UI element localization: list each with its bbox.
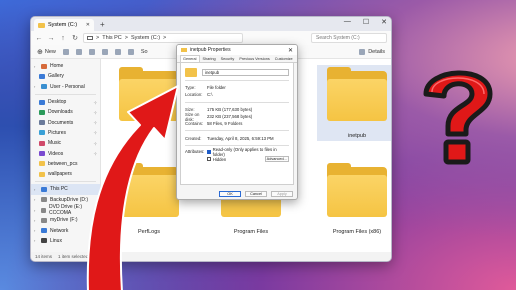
question-mark-icon <box>423 70 493 165</box>
